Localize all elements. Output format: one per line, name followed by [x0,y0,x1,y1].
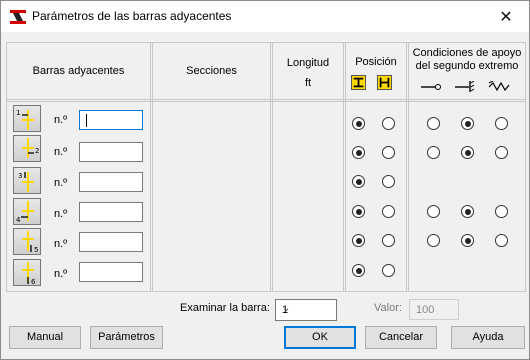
spring-support-icon [488,81,510,92]
title-bar: Parámetros de las barras adyacentes ✕ [1,1,529,32]
position-i-radio-6[interactable] [352,264,365,277]
bars-grid: Barras adyacentes Secciones Longitud ft … [6,42,526,292]
position-i-radio-3[interactable] [352,175,365,188]
header-support-2: del segundo extremo [415,60,519,72]
bar-number-input-6[interactable] [79,262,143,282]
bar-number-input-1[interactable] [79,110,143,130]
help-button[interactable]: Ayuda [451,326,525,349]
bar-number-input-5[interactable] [79,232,143,252]
cancel-button[interactable]: Cancelar [365,326,437,349]
grid-divider [406,43,409,291]
header-adjacent-bars: Barras adyacentes [32,65,125,77]
svg-text:4: 4 [16,216,21,224]
value-field-text: 100 [416,304,435,316]
header-sections: Secciones [186,65,237,77]
bar-button-1[interactable]: 1 [13,105,41,132]
support-pinned-radio-2[interactable] [427,146,440,159]
grid-divider [150,43,153,291]
support-fixed-radio-1[interactable] [461,117,474,130]
support-pinned-radio-4[interactable] [427,205,440,218]
header-support-1: Condiciones de apoyo [412,47,522,59]
close-button[interactable]: ✕ [483,1,529,32]
position-h-radio-6[interactable] [382,264,395,277]
window-title: Parámetros de las barras adyacentes [32,9,232,23]
examine-label: Examinar la barra: [180,302,270,314]
bar-button-5[interactable]: 5 [13,228,41,255]
position-i-radio-5[interactable] [352,234,365,247]
support-fixed-radio-2[interactable] [461,146,474,159]
support-spring-radio-5[interactable] [495,234,508,247]
svg-text:1: 1 [16,109,20,117]
ok-button[interactable]: OK [284,326,356,349]
position-h-radio-1[interactable] [382,117,395,130]
support-pinned-radio-1[interactable] [427,117,440,130]
bar-1-icon: 1 [16,109,34,130]
bar-2-icon: 2 [22,138,39,158]
bar-3-icon: 3 [18,172,34,192]
chevron-down-icon: ⌄ [282,303,291,314]
bar-number-input-3[interactable] [79,172,143,192]
support-pinned-radio-5[interactable] [427,234,440,247]
header-length: Longitud [286,57,330,69]
fixed-support-icon [455,81,475,92]
app-icon [10,10,26,24]
header-position: Posición [355,56,397,68]
i-section-icon [351,75,366,90]
header-length-unit: ft [304,77,312,89]
manual-button[interactable]: Manual [9,326,81,349]
bar-5-icon: 5 [22,231,38,254]
support-fixed-radio-5[interactable] [461,234,474,247]
position-h-radio-3[interactable] [382,175,395,188]
position-i-radio-1[interactable] [352,117,365,130]
support-fixed-radio-4[interactable] [461,205,474,218]
support-spring-radio-1[interactable] [495,117,508,130]
h-section-icon [377,75,392,90]
bar-button-4[interactable]: 4 [13,198,41,225]
bar-number-label: n.º [54,238,68,250]
dialog-window: Parámetros de las barras adyacentes ✕ Ba… [0,0,530,360]
grid-divider [343,43,346,291]
support-spring-radio-2[interactable] [495,146,508,159]
bar-number-input-4[interactable] [79,202,143,222]
pinned-support-icon [421,84,441,90]
value-label: Valor: [374,302,402,314]
bar-6-icon: 6 [22,262,36,286]
bar-button-6[interactable]: 6 [13,259,41,286]
position-h-radio-5[interactable] [382,234,395,247]
parameters-button[interactable]: Parámetros [90,326,163,349]
bar-number-label: n.º [54,208,68,220]
support-spring-radio-4[interactable] [495,205,508,218]
position-h-radio-2[interactable] [382,146,395,159]
svg-text:2: 2 [35,147,39,155]
bar-number-label: n.º [54,268,68,280]
value-field: 100 [409,299,459,320]
position-i-radio-4[interactable] [352,205,365,218]
bar-number-input-2[interactable] [79,142,143,162]
text-caret [86,114,87,127]
bar-button-2[interactable]: 2 [13,135,41,162]
bar-number-label: n.º [54,114,68,126]
svg-text:6: 6 [31,278,36,286]
header-divider [7,99,525,102]
svg-text:5: 5 [34,246,38,254]
bar-4-icon: 4 [16,201,34,224]
bar-button-3[interactable]: 3 [13,167,41,194]
examine-bar-select[interactable]: 1 ⌄ [275,299,337,321]
bar-number-label: n.º [54,177,68,189]
position-h-radio-4[interactable] [382,205,395,218]
bar-number-label: n.º [54,146,68,158]
svg-text:3: 3 [18,172,22,180]
position-i-radio-2[interactable] [352,146,365,159]
